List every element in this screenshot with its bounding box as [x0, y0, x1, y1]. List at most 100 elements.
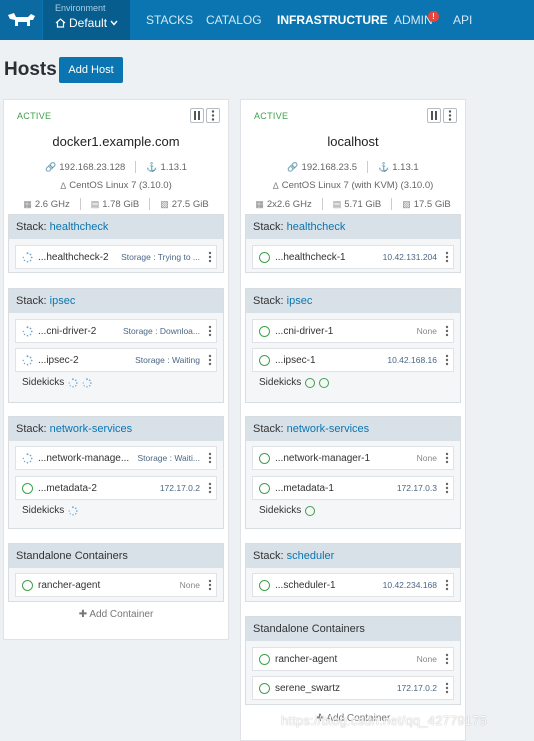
container-menu-icon[interactable]	[208, 579, 212, 591]
cpu-icon: ▦	[23, 198, 32, 209]
container-ip: Storage : Trying to ...	[121, 252, 200, 262]
container-name: ...network-manager-1	[275, 452, 371, 464]
spinner-icon	[22, 251, 33, 262]
sidekicks-label: Sidekicks	[22, 505, 65, 516]
stack-link-healthcheck[interactable]: healthcheck	[287, 221, 346, 233]
nav-admin[interactable]: ADMIN	[394, 13, 433, 27]
running-status-icon	[305, 505, 316, 516]
host-network-row: 🔗 192.168.23.5 ⚓ 1.13.1	[241, 161, 465, 173]
stack-link-healthcheck[interactable]: healthcheck	[50, 221, 109, 233]
host-memory: 1.78 GiB	[102, 198, 140, 210]
container-menu-icon[interactable]	[445, 452, 449, 464]
host-menu-button[interactable]	[206, 108, 220, 123]
container-row[interactable]: rancher-agent None	[252, 647, 454, 671]
nav-infrastructure[interactable]: INFRASTRUCTURE	[277, 13, 388, 27]
container-row[interactable]: ...ipsec-2 Storage : Waiting	[15, 348, 217, 372]
stack-header: Stack: healthcheck	[246, 215, 460, 239]
nav-stacks[interactable]: STACKS	[146, 13, 193, 27]
sidekicks-row: Sidekicks	[22, 377, 92, 388]
nav-api[interactable]: API	[453, 13, 472, 27]
pause-icon	[194, 111, 200, 120]
rancher-logo[interactable]	[0, 0, 42, 40]
container-menu-icon[interactable]	[445, 579, 449, 591]
container-row[interactable]: ...scheduler-1 10.42.234.168	[252, 573, 454, 597]
container-name: ...ipsec-2	[38, 354, 79, 366]
container-name: ...ipsec-1	[275, 354, 316, 366]
container-menu-icon[interactable]	[445, 653, 449, 665]
environment-switcher[interactable]: Environment Default	[43, 0, 130, 40]
stack-label: Stack:	[253, 295, 284, 307]
link-icon: 🔗	[45, 161, 57, 172]
host-memory: 5.71 GiB	[344, 198, 382, 210]
running-status-icon	[259, 354, 270, 366]
host-menu-button[interactable]	[443, 108, 457, 123]
container-row[interactable]: ...healthcheck-1 10.42.131.204	[252, 245, 454, 269]
container-row[interactable]: ...network-manager-1 None	[252, 446, 454, 470]
add-container-button[interactable]: ✚ Add Container	[4, 609, 228, 620]
container-row[interactable]: rancher-agent None	[15, 573, 217, 597]
stack-link-ipsec[interactable]: ipsec	[50, 295, 76, 307]
pause-button[interactable]	[427, 108, 441, 123]
memory-icon: ▤	[332, 198, 342, 209]
add-host-button[interactable]: Add Host	[59, 57, 123, 83]
container-row[interactable]: ...metadata-1 172.17.0.3	[252, 476, 454, 500]
running-status-icon	[22, 482, 33, 494]
stack-ipsec: Stack: ipsec ...cni-driver-2 Storage : D…	[8, 288, 224, 403]
container-menu-icon[interactable]	[445, 354, 449, 366]
stack-healthcheck: Stack: healthcheck ...healthcheck-2 Stor…	[8, 214, 224, 273]
container-name: ...cni-driver-1	[275, 325, 334, 337]
container-menu-icon[interactable]	[208, 482, 212, 494]
divider	[135, 161, 137, 173]
stack-label: Stack:	[253, 423, 284, 435]
container-menu-icon[interactable]	[445, 682, 449, 694]
host-ip: 192.168.23.128	[59, 161, 126, 173]
stack-link-network-services[interactable]: network-services	[50, 423, 133, 435]
environment-value: Default	[69, 16, 108, 30]
nav-catalog[interactable]: CATALOG	[206, 13, 262, 27]
container-menu-icon[interactable]	[208, 354, 212, 366]
container-row[interactable]: ...network-manage... Storage : Waiti...	[15, 446, 217, 470]
stack-ipsec: Stack: ipsec ...cni-driver-1 None ...ips…	[245, 288, 461, 403]
container-row[interactable]: ...cni-driver-2 Storage : Downloa...	[15, 319, 217, 343]
sidekicks-label: Sidekicks	[22, 377, 65, 388]
container-ip: 10.42.234.168	[382, 580, 437, 590]
standalone-containers: Standalone Containers rancher-agent None	[8, 543, 224, 602]
container-name: ...network-manage...	[38, 452, 130, 464]
top-nav-bar: Environment Default STACKS CATALOG INFRA…	[0, 0, 534, 40]
container-ip: 10.42.168.16	[387, 355, 437, 365]
stack-label: Stack:	[253, 221, 284, 233]
docker-version: 1.13.1	[160, 161, 187, 173]
plus-icon: ✚	[315, 713, 325, 724]
plus-icon: ✚	[78, 609, 88, 620]
admin-alert-badge: !	[428, 11, 439, 22]
add-container-button[interactable]: ✚ Add Container	[241, 713, 465, 724]
container-menu-icon[interactable]	[445, 251, 449, 263]
running-status-icon	[22, 579, 33, 591]
container-menu-icon[interactable]	[208, 452, 212, 464]
host-ip: 192.168.23.5	[301, 161, 358, 173]
stack-link-ipsec[interactable]: ipsec	[287, 295, 313, 307]
container-row[interactable]: ...healthcheck-2 Storage : Trying to ...	[15, 245, 217, 269]
kebab-icon	[211, 110, 215, 121]
container-row[interactable]: ...ipsec-1 10.42.168.16	[252, 348, 454, 372]
container-menu-icon[interactable]	[208, 251, 212, 263]
spinner-icon	[22, 325, 33, 336]
container-menu-icon[interactable]	[445, 325, 449, 337]
container-row[interactable]: serene_swartz 172.17.0.2	[252, 676, 454, 700]
container-menu-icon[interactable]	[445, 482, 449, 494]
chevron-down-icon	[110, 20, 118, 26]
container-row[interactable]: ...cni-driver-1 None	[252, 319, 454, 343]
pause-button[interactable]	[190, 108, 204, 123]
stack-link-network-services[interactable]: network-services	[287, 423, 370, 435]
host-os-row: Δ CentOS Linux 7 (with KVM) (3.10.0)	[241, 180, 465, 191]
stack-network-services: Stack: network-services ...network-manag…	[245, 416, 461, 529]
container-row[interactable]: ...metadata-2 172.17.0.2	[15, 476, 217, 500]
container-ip: None	[416, 654, 437, 664]
container-menu-icon[interactable]	[208, 325, 212, 337]
stack-label: Stack:	[253, 550, 284, 562]
stack-scheduler: Stack: scheduler ...scheduler-1 10.42.23…	[245, 543, 461, 602]
kebab-icon	[448, 110, 452, 121]
storage-icon: ▧	[160, 198, 169, 209]
stack-header: Stack: ipsec	[246, 289, 460, 313]
stack-link-scheduler[interactable]: scheduler	[287, 550, 335, 562]
